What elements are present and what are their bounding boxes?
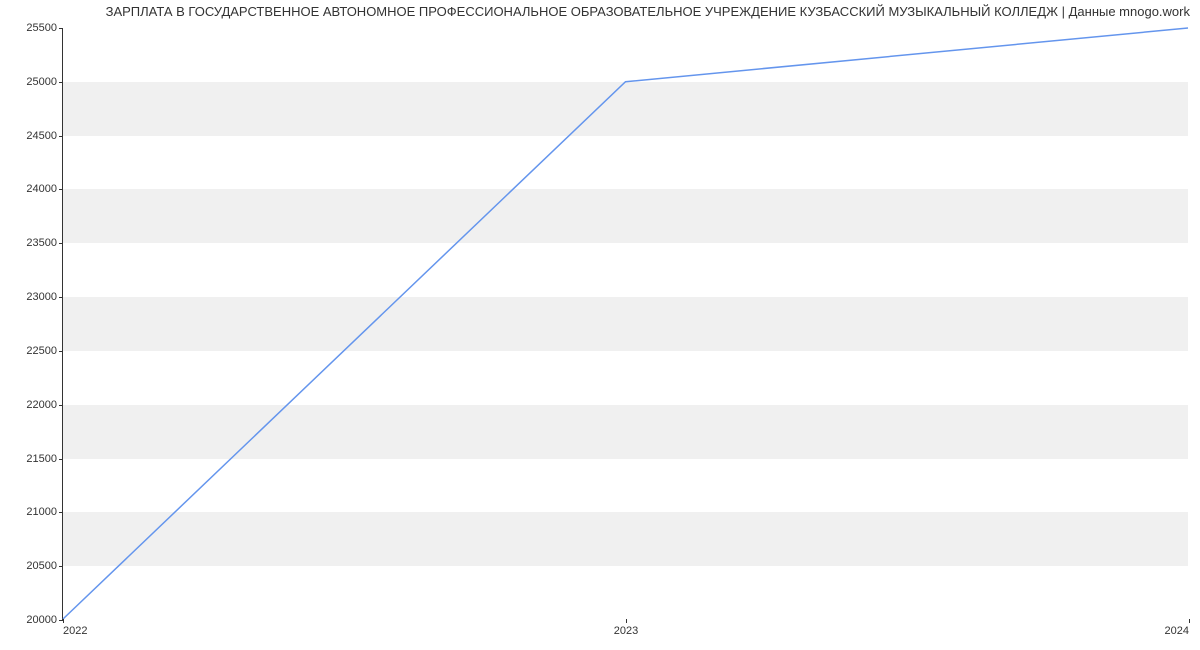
y-tick-mark (59, 459, 63, 460)
x-tick-mark (63, 619, 64, 623)
y-tick-label: 21500 (13, 453, 57, 465)
y-tick-mark (59, 566, 63, 567)
y-tick-mark (59, 136, 63, 137)
y-tick-label: 22500 (13, 345, 57, 357)
y-tick-label: 23000 (13, 291, 57, 303)
y-tick-label: 20000 (13, 614, 57, 626)
line-chart-svg (63, 28, 1188, 619)
y-tick-mark (59, 351, 63, 352)
y-tick-label: 24000 (13, 183, 57, 195)
chart-container: ЗАРПЛАТА В ГОСУДАРСТВЕННОЕ АВТОНОМНОЕ ПР… (0, 0, 1200, 650)
plot-area: 2000020500210002150022000225002300023500… (62, 28, 1188, 620)
y-tick-mark (59, 405, 63, 406)
y-tick-label: 25000 (13, 76, 57, 88)
y-tick-mark (59, 243, 63, 244)
y-tick-label: 21000 (13, 506, 57, 518)
y-tick-mark (59, 512, 63, 513)
y-tick-mark (59, 189, 63, 190)
y-tick-mark (59, 297, 63, 298)
x-tick-label: 2022 (63, 625, 87, 637)
y-tick-mark (59, 28, 63, 29)
chart-title: ЗАРПЛАТА В ГОСУДАРСТВЕННОЕ АВТОНОМНОЕ ПР… (106, 4, 1190, 19)
x-tick-mark (1189, 619, 1190, 623)
x-tick-label: 2023 (614, 625, 638, 637)
y-tick-mark (59, 82, 63, 83)
x-tick-label: 2024 (1165, 625, 1189, 637)
y-tick-label: 22000 (13, 399, 57, 411)
y-tick-label: 20500 (13, 560, 57, 572)
y-tick-label: 25500 (13, 22, 57, 34)
data-line (63, 28, 1188, 619)
y-tick-label: 24500 (13, 130, 57, 142)
y-tick-label: 23500 (13, 237, 57, 249)
x-tick-mark (626, 619, 627, 623)
